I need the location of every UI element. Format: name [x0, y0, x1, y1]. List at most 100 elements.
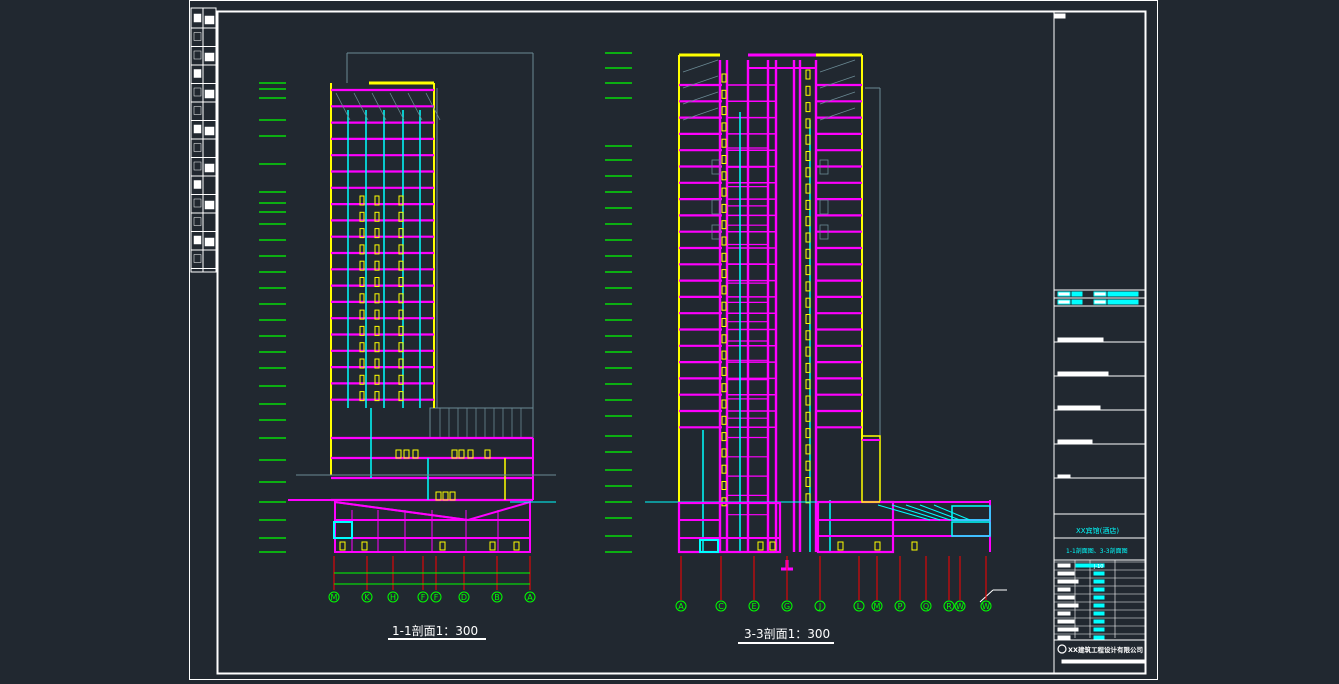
elevator-door	[721, 318, 727, 327]
section-1-1	[259, 52, 556, 603]
title-block-mark	[1054, 13, 1066, 19]
binding-strip-cell	[193, 235, 202, 245]
cad-drawing-viewport[interactable]: 1-1剖面1：300 M K H F F D B A 3-3剖面1：300 A …	[0, 0, 1339, 680]
elevator-door	[721, 399, 727, 409]
podium-opening	[451, 449, 458, 459]
podium-opening	[467, 449, 474, 459]
title-block-field	[1093, 579, 1105, 584]
title-block-field	[1093, 291, 1107, 297]
title-block-field	[1071, 291, 1083, 297]
title-block-text-line	[1057, 579, 1079, 584]
section-3-3	[605, 52, 1007, 612]
drawing-name: 1-1剖面图、3-3剖面图	[1066, 547, 1128, 555]
title-block-text-line	[1057, 619, 1075, 624]
podium-opening	[449, 491, 456, 501]
elevator-door	[721, 269, 727, 279]
company-logo-icon	[1057, 644, 1067, 654]
podium-opening	[442, 491, 449, 501]
binding-strip-cell	[204, 163, 215, 173]
binding-strip-cell	[193, 143, 202, 152]
title-block-text-line	[1057, 405, 1101, 410]
binding-strip-cell	[193, 50, 202, 60]
binding-strip-cell	[193, 254, 202, 263]
elevator-door	[721, 366, 727, 376]
binding-strip-cell	[193, 106, 202, 115]
elevator-door	[721, 187, 727, 197]
title-block-text-line	[1057, 563, 1071, 568]
basement-room	[951, 505, 991, 521]
basement-opening	[339, 541, 346, 551]
axis-label: M	[874, 602, 881, 611]
title-block-text-line	[1057, 571, 1075, 576]
elevator-door	[721, 350, 727, 360]
basement-opening	[769, 541, 776, 551]
podium-outline	[429, 407, 534, 439]
title-block-text-line	[1057, 595, 1075, 600]
binding-strip	[190, 7, 217, 273]
sheet-outer-border	[189, 0, 1158, 680]
title-block-text-line	[1057, 371, 1109, 376]
elevator-door	[721, 89, 727, 99]
title-block-field	[1093, 299, 1107, 305]
elevator-door	[721, 448, 727, 458]
title-block-text-line	[1057, 337, 1104, 342]
title-block-field	[1093, 587, 1105, 592]
elevator-door	[721, 73, 727, 83]
podium-opening	[484, 449, 491, 459]
title-block-field	[1057, 291, 1071, 297]
binding-strip-cell	[193, 13, 202, 23]
drawing-number: J-10	[1093, 564, 1103, 570]
binding-strip-cell	[193, 87, 202, 97]
axis-label: F	[434, 593, 439, 602]
basement-left	[677, 501, 782, 554]
section-1-1-label: 1-1剖面1：300	[388, 624, 486, 640]
title-block-field	[1057, 299, 1071, 305]
title-block-field	[1093, 611, 1105, 616]
elevator-door	[721, 285, 727, 295]
basement-opening	[757, 541, 764, 551]
title-block-field	[1093, 619, 1105, 624]
elevator-door	[721, 203, 727, 213]
axis-label: W	[956, 602, 964, 611]
title-block-text-line	[1057, 587, 1071, 592]
binding-strip-cell	[204, 89, 215, 99]
title-block-text-line	[1057, 474, 1071, 479]
ramp-line	[334, 501, 469, 521]
title-block	[1053, 12, 1145, 674]
title-block-text-line	[1057, 603, 1079, 608]
elevator-door	[721, 432, 727, 442]
binding-strip-cell	[204, 15, 215, 25]
binding-strip-cell	[204, 52, 215, 62]
elevator-door	[805, 69, 811, 80]
title-block-field	[1071, 299, 1083, 305]
ramp-stripe	[905, 504, 951, 521]
axis-label: C	[718, 602, 724, 611]
binding-strip-cell	[204, 200, 215, 210]
axis-label: D	[461, 593, 467, 602]
section-3-3-title: 3-3剖面1：300	[744, 627, 830, 641]
elevator-door	[721, 252, 727, 262]
elevator-door	[805, 85, 811, 96]
binding-strip-cell	[204, 237, 215, 247]
title-block-text-line	[1057, 627, 1079, 632]
basement-opening	[439, 541, 446, 551]
axis-label: K	[364, 593, 370, 602]
elevator-door	[721, 138, 727, 148]
roof-equipment	[819, 75, 856, 89]
axis-label: Q	[923, 602, 929, 611]
podium-opening	[403, 449, 410, 459]
axis-label: L	[857, 602, 862, 611]
elevator-door	[721, 415, 727, 425]
elevator-door	[721, 464, 727, 474]
elevator-door	[721, 236, 727, 246]
axis-label: H	[390, 593, 396, 602]
elevator-door	[721, 334, 727, 344]
section-1-1-title: 1-1剖面1：300	[392, 624, 478, 638]
section-3-3-label: 3-3剖面1：300	[738, 627, 834, 644]
title-block-text-line	[1061, 659, 1145, 664]
axis-label: G	[784, 602, 790, 611]
roof-equipment	[819, 59, 856, 73]
ramp-stripe	[877, 504, 931, 521]
podium-opening	[435, 491, 442, 501]
room-fixture	[819, 199, 829, 215]
